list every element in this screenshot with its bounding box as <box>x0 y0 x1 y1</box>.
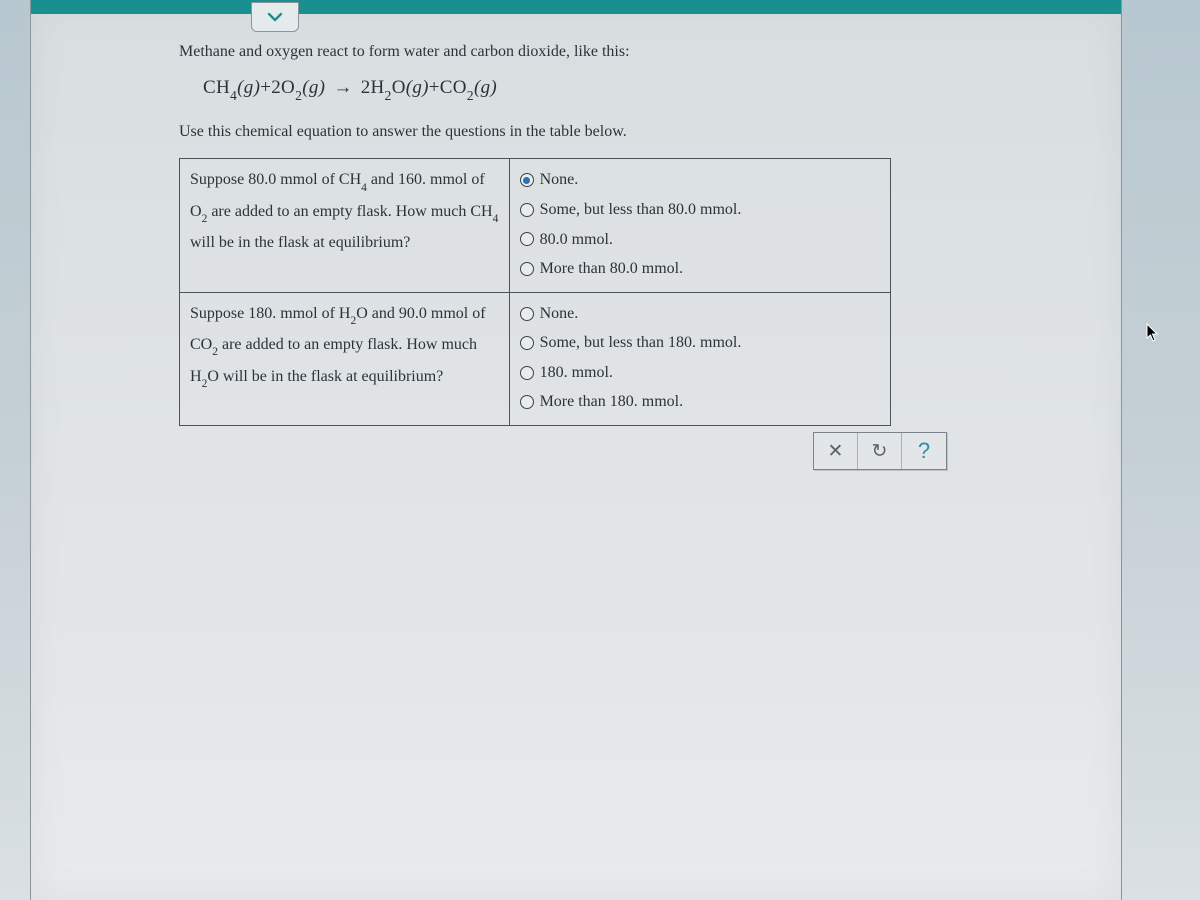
radio-icon <box>520 366 534 380</box>
reset-button[interactable]: ↻ <box>858 433 902 469</box>
radio-icon <box>520 307 534 321</box>
table-row: Suppose 80.0 mmol of CH4 and 160. mmol o… <box>180 159 891 292</box>
question-1-options: None. Some, but less than 80.0 mmol. 80.… <box>509 159 890 292</box>
question-icon: ? <box>918 438 930 464</box>
chemical-equation: CH4(g)+2O2(g) → 2H2O(g)+CO2(g) <box>203 74 1073 104</box>
cursor-icon <box>1146 323 1160 343</box>
question-2-prompt: Suppose 180. mmol of H2O and 90.0 mmol o… <box>180 292 510 425</box>
content-area: Methane and oxygen react to form water a… <box>31 0 1121 446</box>
collapse-toggle[interactable] <box>251 2 299 32</box>
q1-option-some[interactable]: Some, but less than 80.0 mmol. <box>520 195 880 225</box>
radio-icon <box>520 203 534 217</box>
clear-button[interactable]: ✕ <box>814 433 858 469</box>
q2-option-more[interactable]: More than 180. mmol. <box>520 387 880 417</box>
intro-text: Methane and oxygen react to form water a… <box>179 40 1073 64</box>
eq-o2: 2O2(g) <box>271 77 325 98</box>
radio-icon <box>520 336 534 350</box>
header-bar <box>31 0 1121 14</box>
q1-option-exact[interactable]: 80.0 mmol. <box>520 225 880 255</box>
refresh-icon: ↻ <box>872 440 888 463</box>
radio-icon <box>520 395 534 409</box>
help-button[interactable]: ? <box>902 433 946 469</box>
action-bar: ✕ ↻ ? <box>813 432 947 470</box>
question-panel: Methane and oxygen react to form water a… <box>30 0 1122 900</box>
q1-option-none[interactable]: None. <box>520 165 880 195</box>
question-2-options: None. Some, but less than 180. mmol. 180… <box>509 292 890 425</box>
reaction-arrow-icon: → <box>333 77 352 98</box>
q2-option-none[interactable]: None. <box>520 299 880 329</box>
instruction-text: Use this chemical equation to answer the… <box>179 120 1073 144</box>
radio-icon <box>520 232 534 246</box>
question-table: Suppose 80.0 mmol of CH4 and 160. mmol o… <box>179 158 891 426</box>
q2-option-exact[interactable]: 180. mmol. <box>520 358 880 388</box>
x-icon: ✕ <box>828 440 844 463</box>
table-row: Suppose 180. mmol of H2O and 90.0 mmol o… <box>180 292 891 425</box>
question-1-prompt: Suppose 80.0 mmol of CH4 and 160. mmol o… <box>180 159 510 292</box>
radio-icon <box>520 173 534 187</box>
q1-option-more[interactable]: More than 80.0 mmol. <box>520 254 880 284</box>
q2-option-some[interactable]: Some, but less than 180. mmol. <box>520 328 880 358</box>
radio-icon <box>520 262 534 276</box>
eq-co2: CO2(g) <box>440 77 497 98</box>
eq-h2o: 2H2O(g) <box>361 77 429 98</box>
eq-ch4: CH4(g) <box>203 77 260 98</box>
chevron-down-icon <box>267 11 283 23</box>
